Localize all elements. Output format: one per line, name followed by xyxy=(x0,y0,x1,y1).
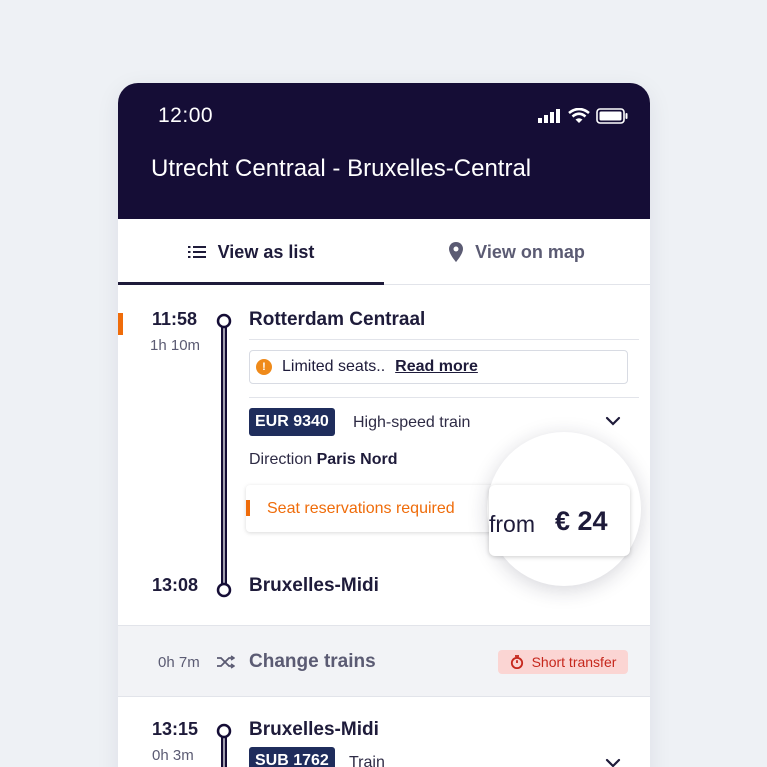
segment2-departure-station: Bruxelles-Midi xyxy=(249,719,379,740)
signal-icon xyxy=(538,109,560,123)
short-transfer-badge: Short transfer xyxy=(498,650,628,674)
list-icon xyxy=(187,246,206,258)
tab-view-as-list[interactable]: View as list xyxy=(118,219,384,285)
short-transfer-text: Short transfer xyxy=(531,654,617,670)
tab-list-label: View as list xyxy=(217,241,315,262)
battery-icon xyxy=(596,108,628,124)
segment-duration: 1h 10m xyxy=(150,337,201,354)
price-amount: € 24 xyxy=(555,506,608,536)
change-trains-label: Change trains xyxy=(249,651,376,672)
arrival-time: 13:08 xyxy=(152,575,199,595)
divider xyxy=(249,339,639,340)
reservation-text: Seat reservations required xyxy=(267,500,455,517)
status-icons xyxy=(538,108,628,124)
divider xyxy=(249,397,639,398)
segment-accent-bar xyxy=(118,313,123,335)
status-time: 12:00 xyxy=(158,104,214,127)
transfer-duration: 0h 7m xyxy=(158,654,200,671)
direction-value: Paris Nord xyxy=(316,451,398,468)
price-from-label: from xyxy=(489,511,535,537)
phone-screen: 12:00 Utrecht Centraal - Bruxelles-Centr… xyxy=(118,83,650,767)
view-tabs: View as list View on map xyxy=(118,219,650,285)
alert-icon: ! xyxy=(256,359,272,375)
train-number-badge: EUR 9340 xyxy=(249,408,335,436)
departure-station: Rotterdam Centraal xyxy=(249,309,426,330)
segment2-duration: 0h 3m xyxy=(152,747,194,764)
segment2-train-number-badge: SUB 1762 xyxy=(249,747,335,767)
train-direction: Direction Paris Nord xyxy=(249,451,398,469)
limited-seats-warning: ! Limited seats.. Read more xyxy=(249,350,628,384)
price-card[interactable]: from € 24 xyxy=(489,485,630,556)
chevron-down-icon[interactable] xyxy=(605,413,621,429)
shuffle-icon xyxy=(217,655,235,669)
departure-time: 11:58 xyxy=(152,309,198,329)
chevron-down-icon[interactable] xyxy=(605,755,621,767)
map-pin-icon xyxy=(449,242,464,262)
route-title: Utrecht Centraal - Bruxelles-Central xyxy=(151,155,532,182)
train-type: High-speed train xyxy=(353,414,471,431)
timer-icon xyxy=(510,655,523,669)
reservation-accent-bar xyxy=(246,500,250,516)
read-more-link[interactable]: Read more xyxy=(395,358,478,376)
wifi-icon xyxy=(568,108,590,123)
arrival-station: Bruxelles-Midi xyxy=(249,575,379,596)
app-header: 12:00 Utrecht Centraal - Bruxelles-Centr… xyxy=(118,83,650,219)
segment2-train-type: Train xyxy=(349,754,385,767)
change-trains-row: 0h 7m Change trains Short transfer xyxy=(118,625,650,697)
journey-segment: 11:58 1h 10m Rotterdam Centraal ! Limite… xyxy=(118,285,650,636)
tab-view-on-map[interactable]: View on map xyxy=(384,219,650,285)
warning-text: Limited seats.. xyxy=(282,358,386,375)
direction-label: Direction xyxy=(249,451,313,468)
tab-map-label: View on map xyxy=(475,241,585,262)
segment2-departure-time: 13:15 xyxy=(152,719,199,739)
